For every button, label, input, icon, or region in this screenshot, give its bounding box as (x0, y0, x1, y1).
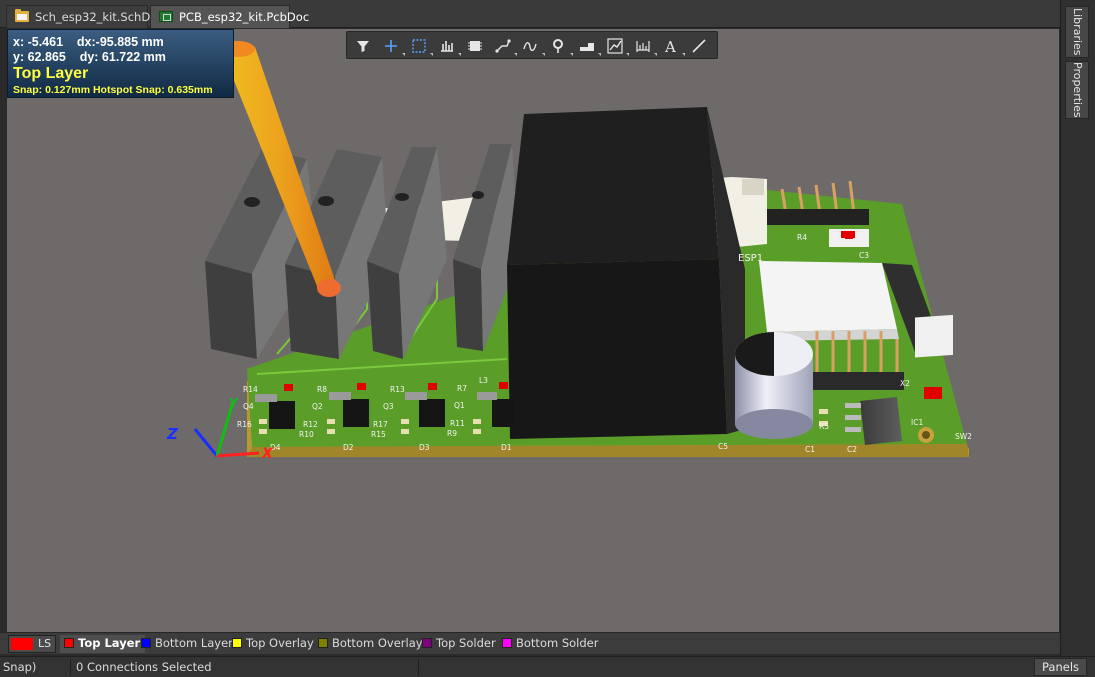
svg-text:SW2: SW2 (955, 432, 972, 441)
layer-tab-top-overlay[interactable]: Top Overlay (228, 635, 319, 653)
line-icon[interactable] (688, 35, 710, 57)
svg-text:L3: L3 (479, 376, 488, 385)
layer-color-swatch (318, 638, 328, 648)
svg-text:Y: Y (229, 396, 239, 410)
status-snap-text: Snap) (3, 660, 37, 674)
svg-text:Z: Z (166, 425, 179, 443)
svg-text:R4: R4 (797, 233, 807, 242)
status-divider (70, 659, 71, 675)
svg-text:R9: R9 (447, 429, 457, 438)
layer-tab-top-solder[interactable]: Top Solder (418, 635, 501, 653)
dimension-icon[interactable] (632, 35, 657, 57)
graph-icon[interactable] (604, 35, 629, 57)
status-bar: Snap) 0 Connections Selected Panels (0, 656, 1095, 677)
right-panel-strip: Libraries Properties (1060, 0, 1095, 656)
status-divider (418, 659, 419, 675)
svg-text:D1: D1 (501, 443, 512, 452)
svg-text:Q4: Q4 (243, 402, 254, 411)
layer-color-swatch (502, 638, 512, 648)
svg-text:R10: R10 (299, 430, 314, 439)
svg-text:Q1: Q1 (454, 401, 465, 410)
svg-text:Q3: Q3 (383, 402, 394, 411)
interactive-route-icon[interactable] (520, 35, 545, 57)
svg-text:R15: R15 (371, 430, 386, 439)
active-bar-toolbar: A (346, 31, 718, 59)
select-rect-icon[interactable] (408, 35, 433, 57)
document-tab-bar: Sch_esp32_kit.SchDoc PCB_esp32_kit.PcbDo… (0, 0, 1060, 28)
svg-text:ESP1: ESP1 (738, 253, 763, 264)
component-icon[interactable] (464, 35, 486, 57)
svg-text:R17: R17 (373, 420, 388, 429)
svg-text:C5: C5 (718, 442, 728, 451)
hud-x-readout: x: -5.461 dx:-95.885 mm (13, 35, 164, 49)
svg-text:A: A (664, 38, 676, 56)
tab-pcb-label: PCB_esp32_kit.PcbDoc (179, 10, 310, 24)
pcb-3d-viewport[interactable]: R14 R8 R13 R7 Q4 Q2 Q3 Q1 R16 R12 R17 R1… (7, 29, 1059, 632)
connections-selected-text: 0 Connections Selected (76, 660, 212, 674)
layer-set-button[interactable]: LS (8, 635, 56, 653)
libraries-panel-tab[interactable]: Libraries (1065, 6, 1089, 58)
svg-text:R8: R8 (317, 385, 327, 394)
svg-text:D2: D2 (343, 443, 354, 452)
svg-text:R11: R11 (450, 419, 465, 428)
via-icon[interactable] (548, 35, 573, 57)
layer-color-swatch (232, 638, 242, 648)
layer-tab-bottom-overlay[interactable]: Bottom Overlay (314, 635, 428, 653)
svg-text:R14: R14 (243, 385, 258, 394)
tab-schematic[interactable]: Sch_esp32_kit.SchDoc (6, 5, 164, 28)
layer-color-swatch (64, 638, 74, 648)
cross-icon[interactable] (380, 35, 405, 57)
layer-tab-bottom-solder[interactable]: Bottom Solder (498, 635, 603, 653)
hud-current-layer: Top Layer (13, 65, 89, 82)
layer-tab-top-layer[interactable]: Top Layer (60, 635, 146, 653)
polygon-icon[interactable] (576, 35, 601, 57)
svg-text:R5: R5 (819, 422, 829, 431)
tab-schematic-label: Sch_esp32_kit.SchDoc (35, 10, 164, 24)
svg-text:X: X (261, 446, 274, 462)
svg-text:R7: R7 (457, 384, 467, 393)
properties-panel-tab[interactable]: Properties (1065, 61, 1089, 119)
svg-text:Q2: Q2 (312, 402, 323, 411)
svg-text:R16: R16 (237, 420, 252, 429)
hud-snap-info: Snap: 0.127mm Hotspot Snap: 0.635mm (13, 84, 213, 96)
layer-tab-label: Top Solder (436, 636, 496, 650)
layer-tab-label: Top Overlay (246, 636, 314, 650)
svg-text:C2: C2 (847, 445, 857, 454)
layer-tab-label: Bottom Layer (155, 636, 233, 650)
pcb-3d-render: R14 R8 R13 R7 Q4 Q2 Q3 Q1 R16 R12 R17 R1… (166, 41, 972, 462)
layer-tab-label: Bottom Overlay (332, 636, 423, 650)
layer-set-label: LS (38, 637, 52, 650)
panels-button[interactable]: Panels (1033, 658, 1087, 676)
layer-color-swatch (422, 638, 432, 648)
svg-text:D3: D3 (419, 443, 430, 452)
layer-tab-label: Bottom Solder (516, 636, 599, 650)
svg-text:R13: R13 (390, 385, 405, 394)
pcb-icon (159, 11, 173, 22)
hud-y-readout: y: 62.865 dy: 61.722 mm (13, 50, 166, 64)
svg-text:C3: C3 (859, 251, 869, 260)
svg-text:C1: C1 (805, 445, 815, 454)
layer-color-swatch (141, 638, 151, 648)
layer-tab-bottom-layer[interactable]: Bottom Layer (137, 635, 238, 653)
coordinate-hud: x: -5.461 dx:-95.885 mm y: 62.865 dy: 61… (7, 29, 234, 98)
layer-tab-bar: LS Top Layer Bottom Layer Top Overlay Bo… (0, 632, 1060, 654)
current-layer-swatch (11, 638, 33, 650)
layer-tab-label: Top Layer (78, 636, 141, 650)
align-icon[interactable] (436, 35, 461, 57)
svg-text:IC1: IC1 (911, 418, 923, 427)
text-icon[interactable]: A (660, 35, 685, 57)
tab-pcb[interactable]: PCB_esp32_kit.PcbDoc (150, 5, 309, 28)
route-icon[interactable] (492, 35, 517, 57)
folder-icon (15, 9, 29, 22)
svg-text:R12: R12 (303, 420, 318, 429)
filter-icon[interactable] (352, 35, 374, 57)
svg-text:X2: X2 (900, 379, 910, 388)
